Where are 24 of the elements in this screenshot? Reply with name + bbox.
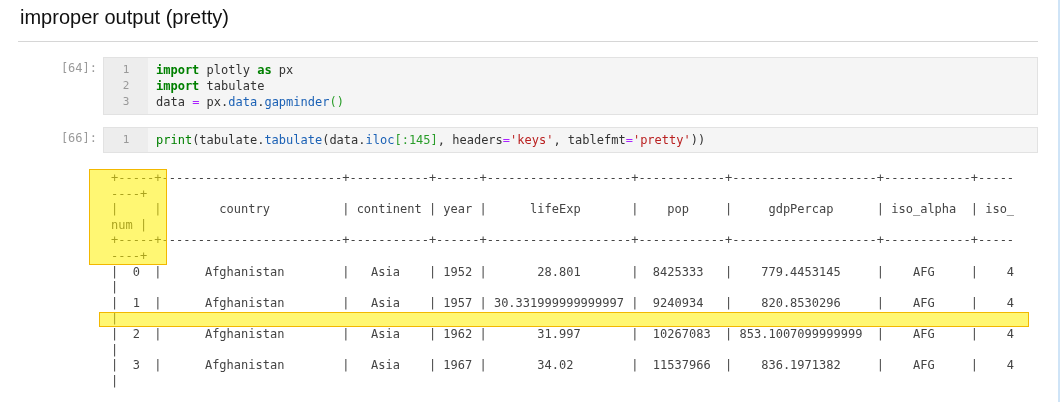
output-line: | — [111, 280, 119, 296]
code-line: import tabulate — [156, 78, 266, 94]
line-number: 3 — [121, 94, 131, 110]
cell-prompt: [64]: — [59, 60, 98, 75]
code-line: import plotly as px — [156, 62, 295, 78]
output-line: ----+ — [111, 186, 148, 203]
output-line: | — [111, 342, 119, 359]
output-line: | 3 | Afghanistan | Asia | 1967 | 34.02 | 11537966 | 836.1971382 | AFG | 4 — [111, 358, 1015, 374]
output-line: | 2 | Afghanistan | Asia | 1962 | 31.997 | 10267083 | 853.1007099999999 | AFG | 4 — [111, 326, 1015, 343]
code-line: data = px.data.gapminder() — [156, 94, 344, 110]
code-line: print(tabulate.tabulate(data.iloc[:145], headers='keys', tablefmt='pretty')) — [156, 132, 706, 148]
output-line: | 1 | Afghanistan | Asia | 1957 | 30.331999999999997 | 9240934 | 820.8530296 | AFG | 4 — [111, 295, 1015, 312]
output-line: | — [111, 373, 119, 390]
code-cell[interactable]: 1 print(tabulate.tabulate(data.iloc[:145], headers='keys', tablefmt='pretty')) — [103, 127, 1038, 153]
code-cell[interactable]: 1 2 3 import plotly as px import tabulate data = px.data.gapminder() — [103, 57, 1038, 115]
output-line: num | — [111, 217, 148, 234]
output-line: | 0 | Afghanistan | Asia | 1952 | 28.801 | 8425333 | 779.4453145 | AFG | 4 — [111, 264, 1015, 281]
output-line: | | country | continent | year | lifeExp | pop | gdpPercap | iso_alpha | iso_ — [111, 202, 1015, 218]
line-number: 2 — [121, 78, 131, 94]
line-number: 1 — [121, 132, 131, 148]
cell-prompt: [66]: — [59, 130, 98, 145]
line-number: 1 — [121, 62, 131, 78]
section-heading: improper output (pretty) — [18, 6, 1038, 42]
output-line: ----+ — [111, 248, 148, 265]
